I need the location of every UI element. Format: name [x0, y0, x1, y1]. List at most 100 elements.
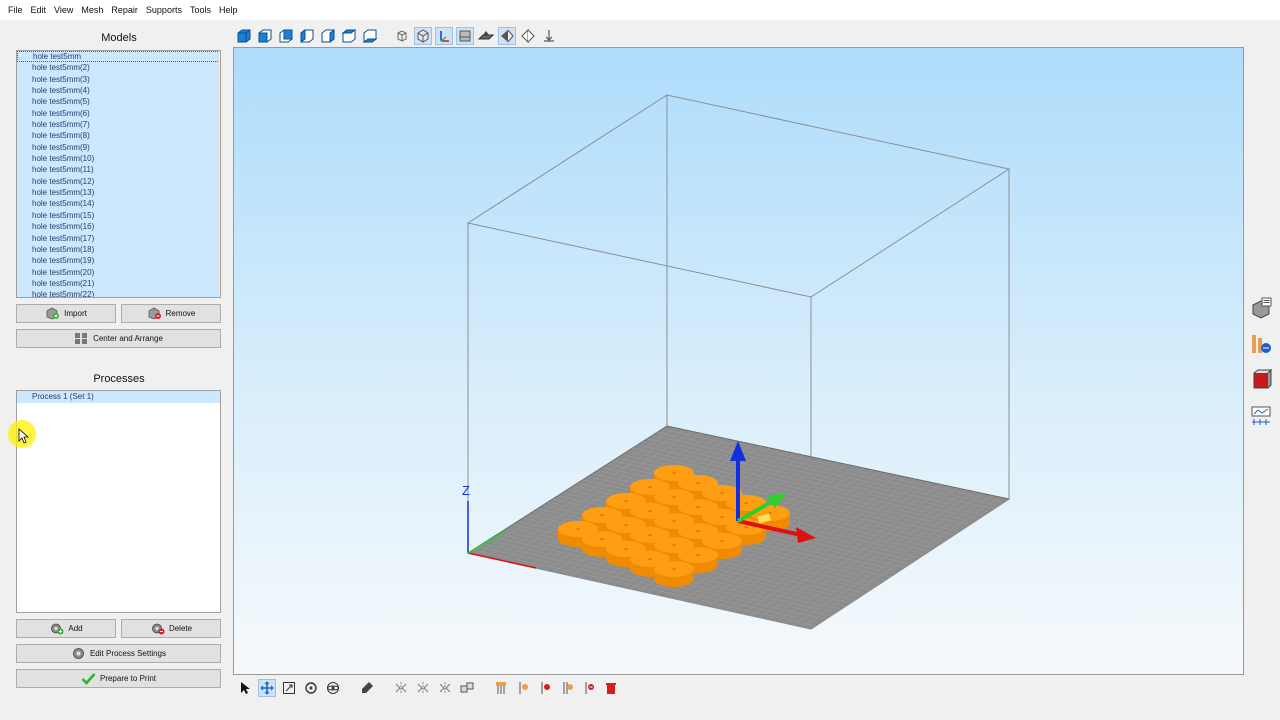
cube-bottom-icon [362, 29, 378, 43]
model-list-item[interactable]: hole test5mm(6) [17, 107, 220, 120]
arrange-icon [75, 333, 88, 344]
cube-left-icon [300, 29, 314, 43]
mirror-x-icon [395, 681, 407, 694]
model-list-item[interactable]: hole test5mm(5) [17, 96, 220, 108]
model-list-item[interactable]: hole test5mm(11) [17, 164, 220, 176]
group-button[interactable] [458, 679, 476, 697]
part-view-button[interactable] [1249, 368, 1273, 392]
wireframe-button[interactable] [393, 27, 411, 45]
orthographic-icon [521, 28, 535, 44]
model-list-item[interactable]: hole test5mm(22) [17, 289, 220, 297]
platform-button[interactable] [477, 27, 495, 45]
model-list-item[interactable]: hole test5mm(10) [17, 153, 220, 165]
processes-list[interactable]: Process 1 (Set 1) [16, 390, 221, 613]
view-top-button[interactable] [340, 27, 358, 45]
view-back-button[interactable] [277, 27, 295, 45]
3d-viewport[interactable]: Z [233, 47, 1244, 675]
cube-front-icon [258, 29, 272, 43]
view-bottom-button[interactable] [361, 27, 379, 45]
stats-icon [1251, 406, 1271, 425]
center-view-button[interactable] [540, 27, 558, 45]
orthographic-button[interactable] [519, 27, 537, 45]
menu-repair[interactable]: Repair [107, 5, 142, 15]
model-list-item[interactable]: hole test5mm(7) [17, 119, 220, 131]
model-list-item[interactable]: hole test5mm(8) [17, 130, 220, 142]
perspective-button[interactable] [498, 27, 516, 45]
support-edit-button[interactable] [558, 679, 576, 697]
add-process-button[interactable]: Add [16, 619, 116, 638]
models-scrollbar[interactable]: ▲ ▼ [218, 51, 220, 297]
menu-view[interactable]: View [50, 5, 77, 15]
delete-process-button[interactable]: Delete [121, 619, 221, 638]
support-auto-button[interactable] [492, 679, 510, 697]
view-front-button[interactable] [256, 27, 274, 45]
axes-button[interactable] [435, 27, 453, 45]
shaded-button[interactable] [414, 27, 432, 45]
import-button[interactable]: Import [16, 304, 116, 323]
menu-help[interactable]: Help [215, 5, 242, 15]
mouse-pointer-icon [18, 428, 30, 444]
model-list-item[interactable]: hole test5mm(9) [17, 141, 220, 154]
shaded-cube-icon [417, 29, 429, 43]
menu-file[interactable]: File [4, 5, 27, 15]
support-icon [496, 681, 506, 694]
cube-top-icon [341, 29, 357, 43]
models-list[interactable]: hole test5mm hole test5mm(2) hole test5mm(… [16, 50, 221, 298]
model-info-button[interactable] [1249, 296, 1273, 320]
remove-button[interactable]: Remove [121, 304, 221, 323]
model-list-item[interactable]: hole test5mm(2) [17, 62, 220, 74]
model-list-item[interactable]: hole test5mm(13) [17, 187, 220, 199]
process-row[interactable]: Process 1 (Set 1) [17, 391, 220, 403]
model-list-item[interactable]: hole test5mm(4) [17, 85, 220, 97]
rotate-tool-button[interactable] [302, 679, 320, 697]
menu-mesh[interactable]: Mesh [77, 5, 107, 15]
move-tool-button[interactable] [258, 678, 276, 697]
scale-tool-button[interactable] [280, 679, 298, 697]
center-arrange-button[interactable]: Center and Arrange [16, 329, 221, 348]
model-list-item[interactable]: hole test5mm(17) [17, 232, 220, 244]
delete-supports-button[interactable] [602, 679, 620, 697]
model-list-item[interactable]: hole test5mm(16) [17, 221, 220, 233]
edit-process-settings-button[interactable]: Edit Process Settings [16, 644, 221, 663]
view-left-button[interactable] [298, 27, 316, 45]
menu-tools[interactable]: Tools [186, 5, 215, 15]
support-clear-button[interactable] [580, 679, 598, 697]
menu-supports[interactable]: Supports [142, 5, 186, 15]
model-list-item[interactable]: hole test5mm(21) [17, 277, 220, 290]
menu-edit[interactable]: Edit [27, 5, 51, 15]
paint-tool-button[interactable] [358, 679, 376, 697]
stats-button[interactable] [1249, 404, 1273, 428]
mirror-y-button[interactable] [414, 679, 432, 697]
models-rows: hole test5mm hole test5mm(2) hole test5mm(… [17, 51, 220, 297]
prepare-to-print-button[interactable]: Prepare to Print [16, 669, 221, 688]
view-right-button[interactable] [319, 27, 337, 45]
model-list-item[interactable]: hole test5mm(19) [17, 255, 220, 267]
mirror-z-button[interactable] [436, 679, 454, 697]
support-add-button[interactable] [514, 679, 532, 697]
platform-icon [478, 31, 494, 40]
support-remove-button[interactable] [536, 679, 554, 697]
select-tool-button[interactable] [236, 679, 254, 697]
settings-gear-icon [73, 648, 84, 659]
mirror-x-button[interactable] [392, 679, 410, 697]
view-iso-button[interactable] [235, 27, 253, 45]
model-list-item[interactable]: hole test5mm(12) [17, 175, 220, 188]
model-part[interactable] [654, 561, 694, 587]
import-icon [46, 307, 60, 320]
model-list-item[interactable]: hole test5mm(18) [17, 243, 220, 256]
slice-preview-button[interactable] [1249, 332, 1273, 356]
delete-label: Delete [168, 624, 193, 633]
z-axis-label: Z [462, 483, 470, 498]
brush-icon [362, 681, 373, 693]
perspective-icon [501, 29, 514, 43]
model-list-item[interactable]: hole test5mm(15) [17, 209, 220, 222]
model-list-item[interactable]: hole test5mm(20) [17, 266, 220, 278]
model-list-item[interactable]: hole test5mm(14) [17, 198, 220, 210]
build-volume-button[interactable] [456, 27, 474, 45]
model-list-item[interactable]: hole test5mm(3) [17, 73, 220, 86]
cube-right-icon [321, 29, 335, 43]
orbit-tool-button[interactable] [324, 679, 342, 697]
menu-bar: File Edit View Mesh Repair Supports Tools Help [0, 0, 1280, 20]
remove-icon [148, 307, 161, 320]
model-list-item[interactable]: hole test5mm [17, 51, 220, 63]
